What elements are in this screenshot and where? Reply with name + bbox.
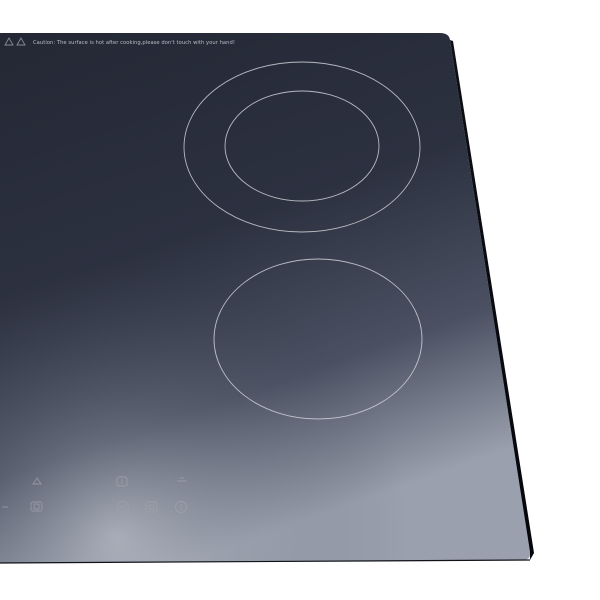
glass-reflection (0, 33, 531, 563)
caution-text: Caution: The surface is hot after cookin… (33, 40, 235, 46)
cooktop-photo: Caution: The surface is hot after cookin… (0, 0, 600, 600)
cooktop-illustration: Caution: The surface is hot after cookin… (0, 33, 534, 564)
